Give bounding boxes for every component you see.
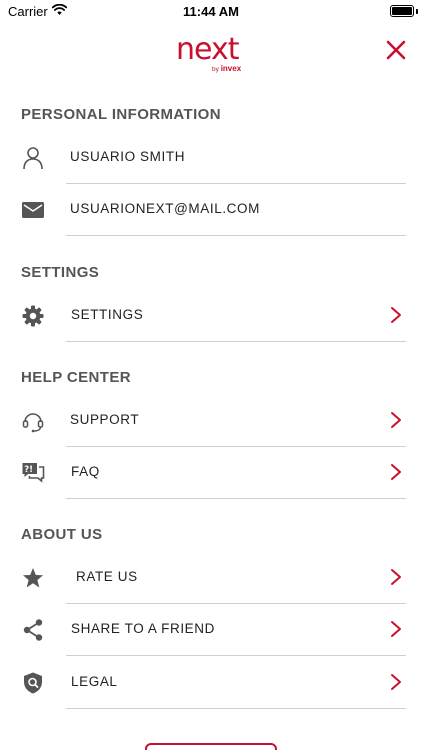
chevron-right-icon <box>391 569 401 585</box>
close-icon <box>386 40 406 60</box>
chevron-right-icon <box>391 621 401 637</box>
faq-label: FAQ <box>71 464 100 479</box>
logo-wordmark: next <box>176 32 239 67</box>
divider <box>66 498 406 499</box>
svg-text:?!: ?! <box>24 465 33 475</box>
faq-icon: ?! <box>20 461 46 485</box>
mail-icon <box>20 198 46 222</box>
user-icon <box>20 146 46 170</box>
user-email: USUARIONEXT@MAIL.COM <box>70 201 260 216</box>
status-bar: Carrier 11:44 AM <box>0 0 422 24</box>
faq-row[interactable]: ?! FAQ <box>0 447 422 499</box>
chevron-right-icon <box>391 307 401 323</box>
rate-us-label: RATE US <box>76 569 138 584</box>
profile-name-row: USUARIO SMITH <box>0 132 422 184</box>
rate-us-row[interactable]: RATE US <box>0 552 422 604</box>
chevron-right-icon <box>391 464 401 480</box>
section-title-personal: PERSONAL INFORMATION <box>21 106 221 123</box>
share-icon <box>20 618 46 642</box>
close-button[interactable] <box>384 38 408 62</box>
support-label: SUPPORT <box>70 412 140 427</box>
legal-row[interactable]: LEGAL <box>0 657 422 709</box>
chevron-right-icon <box>391 412 401 428</box>
section-title-help: HELP CENTER <box>21 369 131 386</box>
logo-tagline: by invex <box>212 64 242 73</box>
share-label: SHARE TO A FRIEND <box>71 621 215 636</box>
shield-icon <box>20 671 46 695</box>
user-name: USUARIO SMITH <box>70 149 186 164</box>
star-icon <box>20 566 46 590</box>
divider <box>66 235 406 236</box>
share-row[interactable]: SHARE TO A FRIEND <box>0 604 422 656</box>
settings-row[interactable]: SETTINGS <box>0 290 422 342</box>
chevron-right-icon <box>391 674 401 690</box>
settings-label: SETTINGS <box>71 307 144 322</box>
next-logo: next by invex <box>172 32 252 74</box>
clock: 11:44 AM <box>183 4 239 19</box>
divider <box>66 341 406 342</box>
legal-label: LEGAL <box>71 674 118 689</box>
gear-icon <box>20 304 46 328</box>
headset-icon <box>20 409 46 433</box>
section-title-about: ABOUT US <box>21 526 103 543</box>
divider <box>66 708 406 709</box>
profile-email-row: USUARIONEXT@MAIL.COM <box>0 184 422 236</box>
header: next by invex <box>0 28 422 78</box>
battery-icon <box>390 5 414 17</box>
divider <box>66 655 406 656</box>
bottom-action-button[interactable] <box>145 743 277 750</box>
section-title-settings: SETTINGS <box>21 264 100 281</box>
support-row[interactable]: SUPPORT <box>0 395 422 447</box>
